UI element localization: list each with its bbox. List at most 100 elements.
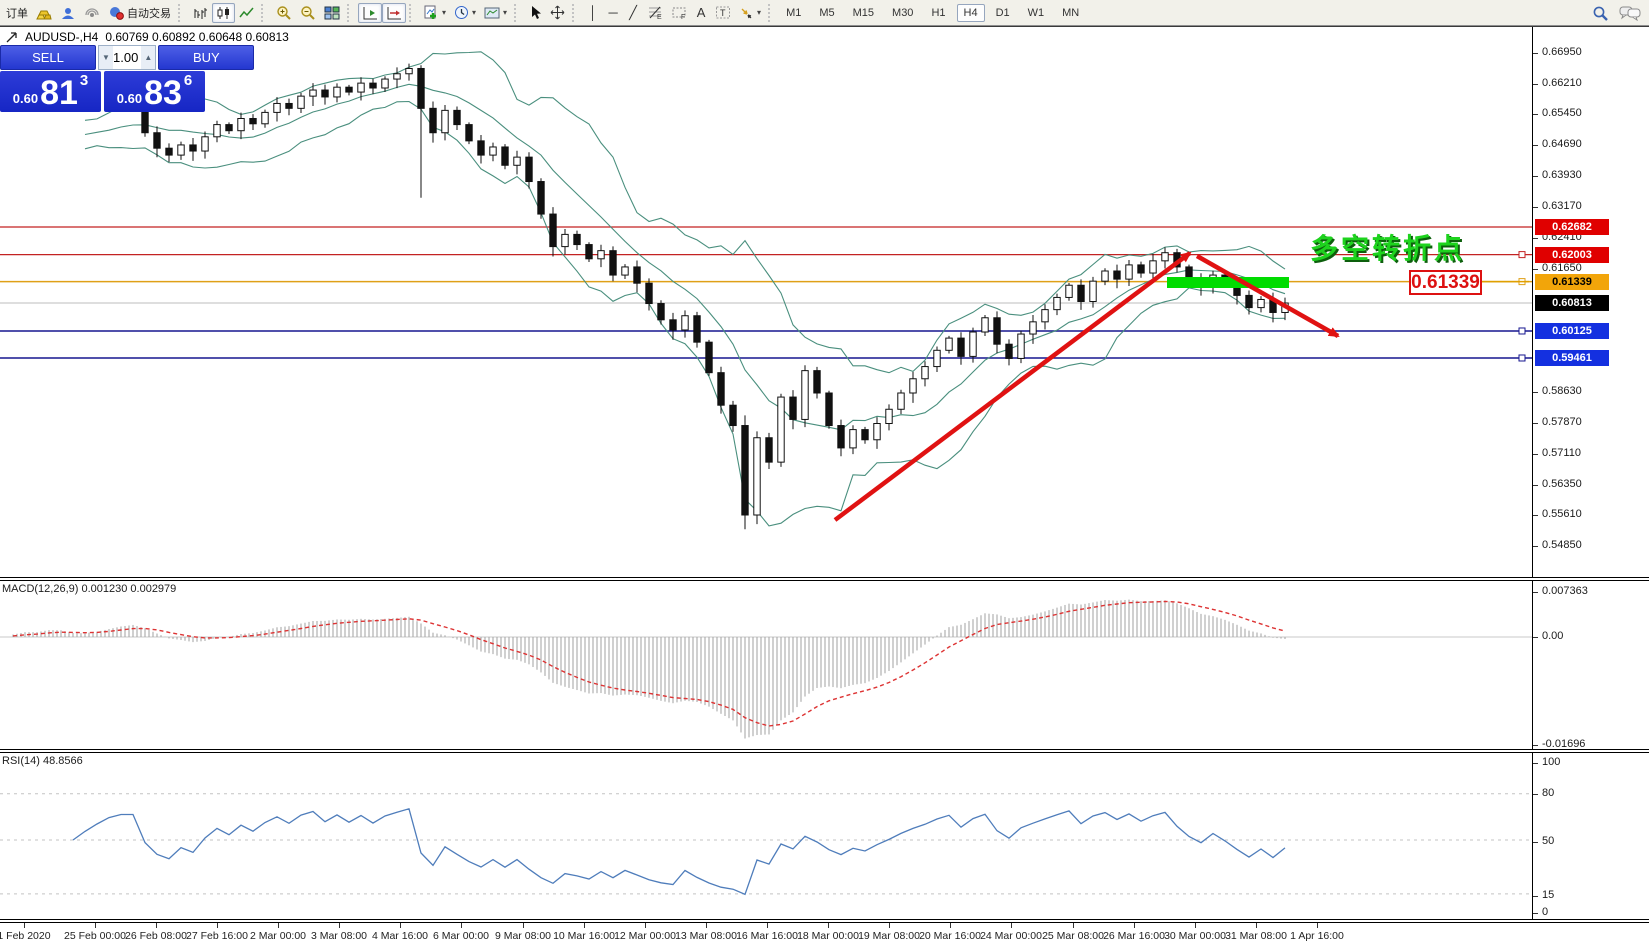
rsi-line bbox=[73, 809, 1285, 895]
volume-increase-button[interactable]: ▲ bbox=[141, 46, 155, 69]
price-badge-0.61339: 0.61339 bbox=[1535, 274, 1609, 290]
timeframe-m1-button[interactable]: M1 bbox=[779, 4, 808, 22]
periods-button[interactable]: ▾ bbox=[450, 3, 480, 23]
indicators-button[interactable]: ▾ bbox=[420, 3, 450, 23]
price-axis-tick-label: 0.55610 bbox=[1542, 508, 1582, 520]
macd-pane-svg[interactable] bbox=[0, 581, 1532, 749]
level-handle[interactable] bbox=[1519, 252, 1525, 258]
gold-ingot-icon bbox=[36, 6, 52, 20]
level-handle[interactable] bbox=[1519, 328, 1525, 334]
auto-scroll-button[interactable] bbox=[358, 3, 382, 23]
time-axis-tick bbox=[278, 923, 279, 928]
horizontal-line-tool[interactable]: ─ bbox=[603, 3, 623, 23]
rsi-axis-tick bbox=[1533, 913, 1538, 914]
text-label-tool[interactable]: T bbox=[711, 3, 735, 23]
rsi-axis-tick bbox=[1533, 763, 1538, 764]
buy-button[interactable]: BUY bbox=[158, 45, 254, 70]
templates-dropdown-caret[interactable]: ▾ bbox=[503, 9, 507, 17]
chart-shift-icon bbox=[386, 6, 402, 20]
tile-windows-button[interactable] bbox=[320, 3, 344, 23]
up-trend-arrow[interactable] bbox=[835, 253, 1190, 520]
templates-button[interactable]: ▾ bbox=[480, 3, 511, 23]
main-chart-svg[interactable] bbox=[0, 27, 1532, 577]
arrows-dropdown-caret[interactable]: ▾ bbox=[757, 9, 761, 17]
volume-stepper[interactable]: ▼ 1.00 ▲ bbox=[98, 45, 156, 70]
sell-button[interactable]: SELL bbox=[0, 45, 96, 70]
rsi-axis-label: 15 bbox=[1542, 889, 1554, 901]
rsi-axis-label: 50 bbox=[1542, 835, 1554, 847]
timeframe-h4-button[interactable]: H4 bbox=[957, 4, 985, 22]
time-axis-label: 1 Apr 16:00 bbox=[1275, 930, 1359, 942]
timeframe-d1-button[interactable]: D1 bbox=[989, 4, 1017, 22]
time-axis-tick bbox=[1317, 923, 1318, 928]
candlestick-chart-button[interactable] bbox=[212, 3, 235, 23]
down-trend-arrow[interactable] bbox=[1197, 256, 1338, 336]
crosshair-tool-button[interactable] bbox=[546, 3, 569, 23]
search-icon[interactable] bbox=[1592, 5, 1609, 22]
pointer-arrow-icon bbox=[6, 31, 18, 43]
channel-tool[interactable]: F bbox=[667, 3, 691, 23]
text-tool[interactable]: A bbox=[691, 3, 711, 23]
gold-ingot-icon[interactable] bbox=[32, 3, 56, 23]
new-order-button[interactable]: 订单 bbox=[2, 3, 32, 23]
svg-text:E: E bbox=[657, 14, 662, 20]
arrows-tool[interactable]: ▾ bbox=[735, 3, 765, 23]
community-user-button[interactable] bbox=[56, 3, 80, 23]
template-icon bbox=[484, 6, 500, 20]
pane-separator[interactable] bbox=[0, 577, 1649, 581]
timeframe-mn-button[interactable]: MN bbox=[1055, 4, 1086, 22]
volume-decrease-button[interactable]: ▼ bbox=[99, 46, 113, 69]
chart-shift-button[interactable] bbox=[382, 3, 406, 23]
cursor-tool-button[interactable] bbox=[525, 3, 546, 23]
line-chart-button[interactable] bbox=[235, 3, 258, 23]
level-handle[interactable] bbox=[1519, 355, 1525, 361]
timeframe-m15-button[interactable]: M15 bbox=[846, 4, 881, 22]
time-axis-tick bbox=[1011, 923, 1012, 928]
time-axis-tick bbox=[1256, 923, 1257, 928]
price-callout-box[interactable]: 0.61339 bbox=[1409, 270, 1482, 295]
rsi-axis-label: 0 bbox=[1542, 906, 1548, 918]
time-axis-tick bbox=[767, 923, 768, 928]
price-axis-tick bbox=[1533, 423, 1538, 424]
rsi-axis-label: 100 bbox=[1542, 756, 1560, 768]
trendline-tool[interactable]: ╱ bbox=[623, 3, 643, 23]
time-axis[interactable]: 1 Feb 202025 Feb 00:0026 Feb 08:0027 Feb… bbox=[0, 919, 1649, 948]
price-axis-column[interactable]: 0.669500.662100.654500.646900.639300.631… bbox=[1532, 27, 1649, 922]
macd-axis-tick bbox=[1533, 592, 1538, 593]
macd-axis-label: 0.00 bbox=[1542, 630, 1563, 642]
timeframe-m30-button[interactable]: M30 bbox=[885, 4, 920, 22]
indicators-dropdown-caret[interactable]: ▾ bbox=[442, 9, 446, 17]
pane-separator[interactable] bbox=[0, 749, 1649, 753]
signal-button[interactable] bbox=[80, 3, 104, 23]
mt-terminal-window: 订单 自动交易 bbox=[0, 0, 1649, 948]
autotrade-label: 自动交易 bbox=[127, 5, 171, 21]
buy-price-display[interactable]: 0.60 83 6 bbox=[104, 71, 205, 112]
sell-price-sup: 3 bbox=[80, 73, 88, 88]
periods-dropdown-caret[interactable]: ▾ bbox=[472, 9, 476, 17]
fibonacci-tool[interactable]: E bbox=[643, 3, 667, 23]
chat-icon[interactable] bbox=[1619, 5, 1641, 21]
timeframe-h1-button[interactable]: H1 bbox=[924, 4, 952, 22]
macd-axis-label: 0.007363 bbox=[1542, 585, 1588, 597]
rsi-pane-svg[interactable] bbox=[0, 753, 1532, 919]
zoom-out-button[interactable] bbox=[296, 3, 320, 23]
time-axis-tick bbox=[95, 923, 96, 928]
buy-price-sup: 6 bbox=[184, 73, 192, 88]
turning-point-annotation[interactable]: 多空转折点 bbox=[1310, 227, 1465, 267]
autotrade-button[interactable]: 自动交易 bbox=[104, 3, 175, 23]
sell-price-display[interactable]: 0.60 81 3 bbox=[0, 71, 101, 112]
sell-price-prefix: 0.60 bbox=[13, 89, 38, 109]
price-badge-0.62682: 0.62682 bbox=[1535, 219, 1609, 235]
rsi-axis-tick bbox=[1533, 794, 1538, 795]
timeframe-m5-button[interactable]: M5 bbox=[812, 4, 841, 22]
zoom-in-button[interactable] bbox=[272, 3, 296, 23]
vertical-line-tool[interactable]: │ bbox=[583, 3, 603, 23]
price-axis-tick-label: 0.63930 bbox=[1542, 169, 1582, 181]
ohlc-values: 0.60769 0.60892 0.60648 0.60813 bbox=[105, 30, 289, 44]
bar-chart-button[interactable] bbox=[189, 3, 212, 23]
timeframe-w1-button[interactable]: W1 bbox=[1021, 4, 1052, 22]
time-axis-tick bbox=[523, 923, 524, 928]
volume-value[interactable]: 1.00 bbox=[113, 46, 141, 69]
price-axis-tick bbox=[1533, 207, 1538, 208]
highlight-bar[interactable] bbox=[1167, 277, 1289, 288]
